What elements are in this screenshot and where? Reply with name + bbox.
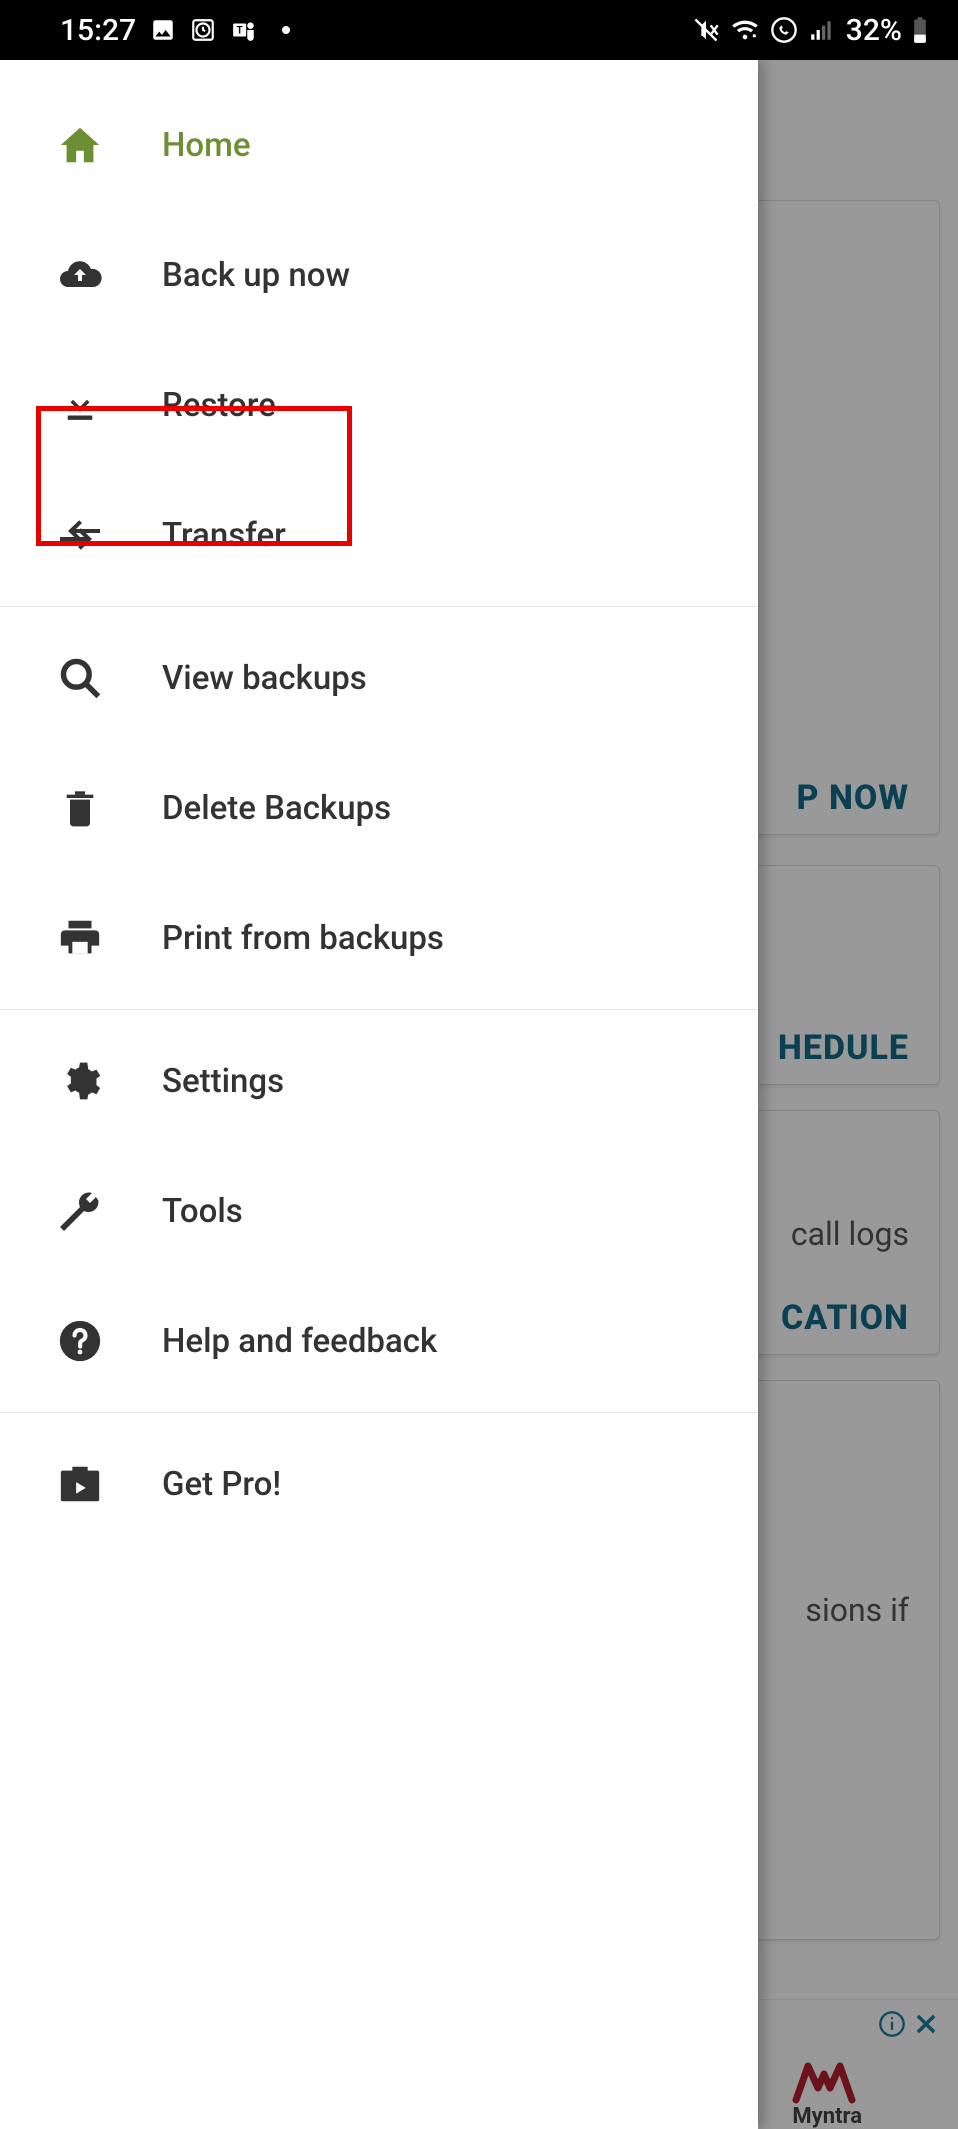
nav-label: Home (162, 126, 251, 165)
nav-item-view-backups[interactable]: View backups (0, 613, 758, 743)
teams-icon: T (230, 17, 258, 43)
status-left: 15:27 T (60, 13, 290, 48)
trash-icon (56, 784, 104, 832)
print-icon (56, 914, 104, 962)
nav-item-transfer[interactable]: Transfer (0, 470, 758, 600)
nav-item-restore[interactable]: Restore (0, 340, 758, 470)
divider (0, 606, 758, 607)
status-time: 15:27 (60, 13, 136, 48)
wifi-calling-icon (770, 16, 798, 44)
svg-text:T: T (237, 25, 243, 36)
nav-item-help-feedback[interactable]: Help and feedback (0, 1276, 758, 1406)
signal-icon (808, 17, 836, 43)
status-right: 32% (692, 13, 928, 48)
nav-label: Transfer (162, 516, 286, 555)
clock-app-icon (190, 17, 216, 43)
nav-item-print-backups[interactable]: Print from backups (0, 873, 758, 1003)
battery-icon (912, 16, 928, 44)
nav-label: Get Pro! (162, 1465, 281, 1504)
cloud-upload-icon (56, 251, 104, 299)
nav-item-settings[interactable]: Settings (0, 1016, 758, 1146)
transfer-icon (56, 511, 104, 559)
wifi-icon (730, 16, 760, 44)
search-icon (56, 654, 104, 702)
vibrate-icon (692, 16, 720, 44)
download-icon (56, 381, 104, 429)
nav-label: Settings (162, 1062, 284, 1101)
wrench-icon (56, 1187, 104, 1235)
nav-label: Print from backups (162, 919, 444, 958)
nav-item-tools[interactable]: Tools (0, 1146, 758, 1276)
nav-label: Restore (162, 386, 276, 425)
image-icon (150, 17, 176, 43)
divider (0, 1412, 758, 1413)
nav-item-get-pro[interactable]: Get Pro! (0, 1419, 758, 1549)
battery-percentage: 32% (846, 13, 902, 48)
status-bar: 15:27 T 32% (0, 0, 958, 60)
nav-label: Back up now (162, 256, 350, 295)
nav-label: View backups (162, 659, 367, 698)
nav-label: Help and feedback (162, 1322, 437, 1361)
gear-icon (56, 1057, 104, 1105)
divider (0, 1009, 758, 1010)
home-icon (56, 121, 104, 169)
nav-item-delete-backups[interactable]: Delete Backups (0, 743, 758, 873)
help-icon (56, 1317, 104, 1365)
navigation-drawer: Home Back up now Restore Transfer (0, 60, 758, 2129)
nav-label: Tools (162, 1192, 243, 1231)
nav-label: Delete Backups (162, 789, 391, 828)
app-body: P NOW HEDULE fe call logs CATION sions i… (0, 60, 958, 2129)
more-notifications-dot (282, 26, 290, 34)
nav-item-home[interactable]: Home (0, 80, 758, 210)
nav-item-backup-now[interactable]: Back up now (0, 210, 758, 340)
shop-icon (56, 1460, 104, 1508)
